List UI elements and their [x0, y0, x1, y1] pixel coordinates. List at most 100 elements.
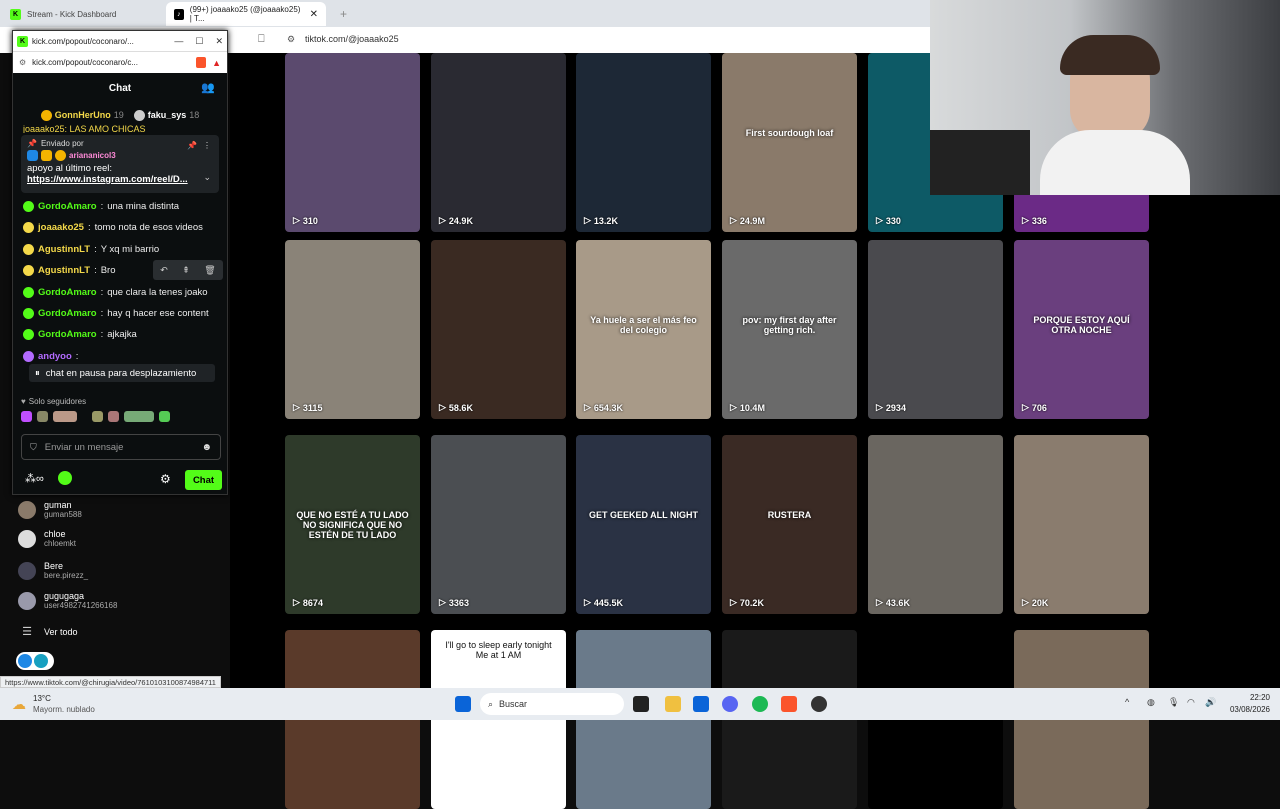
chat-paused-banner[interactable]: ⏸ chat en pausa para desplazamiento [29, 364, 215, 382]
message-user[interactable]: AgustinnLT [38, 244, 90, 255]
following-item[interactable]: Bere bere.pirezz_ [18, 561, 88, 580]
video-thumbnail[interactable]: ▷ 58.6K [431, 240, 566, 419]
following-item[interactable]: gugugaga user4982741266168 [18, 591, 117, 610]
video-thumbnail[interactable]: GET GEEKED ALL NIGHT ▷ 445.5K [576, 435, 711, 614]
video-thumbnail[interactable]: ▷ 43.6K [868, 435, 1003, 614]
chat-send-button[interactable]: Chat [185, 470, 222, 490]
see-all-button[interactable]: ☰ Ver todo [18, 625, 77, 638]
mic-icon[interactable]: 🎙 [1168, 697, 1179, 708]
volume-icon[interactable]: 🔊 [1205, 697, 1216, 708]
video-thumbnail[interactable]: ▷ 310 [285, 53, 420, 232]
chat-message[interactable]: joaaako25: tomo nota de esos videos [23, 222, 203, 234]
video-thumbnail[interactable]: ▷ 13.2K [576, 53, 711, 232]
bookmark-icon[interactable]: ⎕ [258, 33, 265, 46]
gift-icon [40, 109, 52, 121]
video-thumbnail[interactable]: PORQUE ESTOY AQUÍ OTRA NOCHE ▷ 706 [1014, 240, 1149, 419]
url-field[interactable]: tiktok.com/@joaaako25 [305, 34, 399, 44]
video-thumbnail[interactable]: RUSTERA ▷ 70.2K [722, 435, 857, 614]
video-thumbnail[interactable]: ▷ 24.9K [431, 53, 566, 232]
message-colon: : [100, 201, 104, 212]
user-settings-icon[interactable]: 👥 [201, 81, 215, 94]
emote-bar [21, 411, 221, 425]
emote-icon[interactable] [37, 411, 48, 422]
video-thumbnail[interactable]: ▷ 3115 [285, 240, 420, 419]
tab-kick-dashboard[interactable]: K Stream - Kick Dashboard [2, 2, 162, 26]
emote-icon[interactable] [124, 411, 154, 422]
site-settings-icon[interactable]: ⚙ [19, 58, 26, 67]
weather-icon[interactable]: ☁ [12, 696, 26, 713]
chevron-up-icon[interactable]: ^ [1125, 697, 1129, 707]
message-text: Y xq mi barrio [100, 243, 160, 255]
network-icon[interactable]: ◍ [1147, 697, 1155, 708]
emote-icon[interactable] [108, 411, 119, 422]
new-tab-button[interactable]: + [332, 2, 355, 26]
points-icon[interactable]: ⁂∞ [25, 472, 44, 485]
video-views: ▷ 58.6K [439, 402, 473, 413]
popup-url[interactable]: kick.com/popout/coconaro/c... [32, 58, 138, 67]
message-user[interactable]: GordoAmaro [38, 308, 97, 319]
video-thumbnail[interactable]: pov: my first day after getting rich. ▷ 10… [722, 240, 857, 419]
brave-rewards-icon[interactable]: ▲ [212, 58, 221, 68]
file-explorer-icon[interactable] [665, 696, 681, 712]
chat-message[interactable]: GordoAmaro: hay q hacer ese content [23, 308, 209, 319]
pin-icon[interactable]: 📌 [187, 141, 197, 150]
video-thumbnail[interactable]: First sourdough loaf ▷ 24.9M [722, 53, 857, 232]
emoji-icon[interactable]: ☻ [201, 442, 212, 453]
more-icon[interactable]: ⋮ [203, 141, 211, 150]
chat-message[interactable]: GordoAmaro: que clara la tenes joako [23, 286, 208, 298]
message-colon: : [100, 308, 104, 319]
obs-icon[interactable] [811, 696, 827, 712]
message-user[interactable]: GordoAmaro [38, 287, 97, 298]
views-count: 43.6K [885, 597, 910, 608]
list-icon: ☰ [22, 626, 32, 638]
spotify-icon[interactable] [752, 696, 768, 712]
video-thumbnail[interactable]: ▷ 20K [1014, 435, 1149, 614]
tiktok-live-toggle[interactable] [16, 652, 54, 670]
live-icon [18, 654, 32, 668]
video-views: ▷ 2934 [876, 402, 906, 413]
video-thumbnail[interactable]: Ya huele a ser el más feo del colegio ▷ 65… [576, 240, 711, 419]
following-item[interactable]: guman guman588 [18, 500, 82, 519]
taskbar-search[interactable]: ⌕ Buscar [480, 693, 624, 715]
video-thumbnail[interactable]: ▷ 2934 [868, 240, 1003, 419]
reply-icon[interactable]: ↶ [160, 265, 168, 276]
message-user[interactable]: andyoo [38, 351, 72, 362]
close-icon[interactable]: ✕ [310, 9, 318, 20]
site-settings-icon[interactable]: ⚙ [287, 34, 295, 45]
brave-shield-icon[interactable] [196, 57, 207, 68]
video-thumbnail[interactable]: ▷ 3363 [431, 435, 566, 614]
maximize-icon[interactable]: ☐ [195, 36, 203, 47]
store-icon[interactable] [693, 696, 709, 712]
gear-icon[interactable]: ⚙ [160, 472, 171, 486]
emote-icon[interactable] [53, 411, 77, 422]
chat-message[interactable]: GordoAmaro: una mina distinta [23, 201, 179, 212]
delete-icon[interactable]: 🗑 [204, 265, 215, 276]
windows-start-icon[interactable] [455, 696, 471, 712]
close-icon[interactable]: ✕ [215, 36, 223, 47]
chat-message[interactable]: AgustinnLT: Bro [23, 265, 116, 277]
video-thumbnail[interactable]: QUE NO ESTÉ A TU LADO NO SIGNIFICA QUE N… [285, 435, 420, 614]
chat-message[interactable]: GordoAmaro: ajkajka [23, 329, 137, 341]
chevron-down-icon[interactable]: ⌄ [203, 172, 211, 183]
discord-icon[interactable] [722, 696, 738, 712]
message-user[interactable]: GordoAmaro [38, 329, 97, 340]
task-view-icon[interactable] [633, 696, 649, 712]
minimize-icon[interactable]: — [174, 36, 183, 46]
tab-tiktok[interactable]: ♪ (99+) joaaako25 (@joaaako25) | T... ✕ [166, 2, 326, 26]
pinned-link[interactable]: https://www.instagram.com/reel/D... [27, 174, 213, 185]
message-input[interactable]: ⛉ Enviar un mensaje ☻ [21, 434, 221, 460]
chat-message[interactable]: AgustinnLT: Y xq mi barrio [23, 243, 160, 255]
pin-icon[interactable]: ⇞ [182, 265, 190, 276]
brave-icon[interactable] [781, 696, 797, 712]
message-user[interactable]: GordoAmaro [38, 201, 97, 212]
message-user[interactable]: joaaako25 [38, 222, 84, 233]
chat-message[interactable]: andyoo: [23, 350, 82, 362]
emote-icon[interactable] [92, 411, 103, 422]
wifi-icon[interactable]: ◠ [1187, 697, 1195, 708]
following-item[interactable]: chloe chloemkt [18, 529, 76, 548]
emote-icon[interactable] [159, 411, 170, 422]
pinned-message[interactable]: 📌 Enviado por 📌 ⋮ ariananicol3 apoyo al … [21, 135, 219, 193]
message-user[interactable]: AgustinnLT [38, 265, 90, 276]
kick-icon[interactable] [57, 471, 72, 485]
emote-icon[interactable] [21, 411, 32, 422]
